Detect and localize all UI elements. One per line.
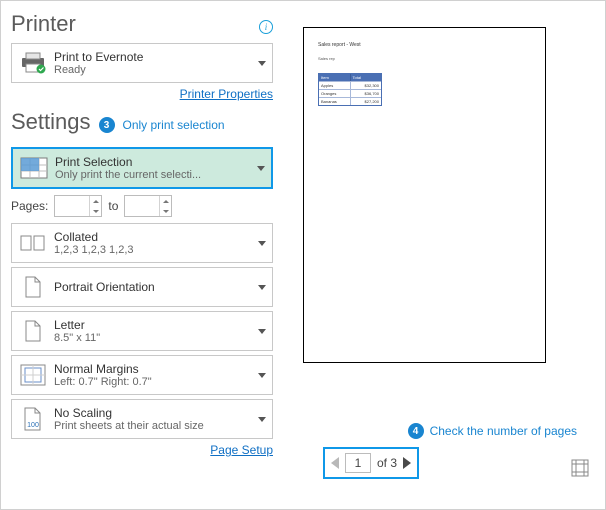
print-what-selector[interactable]: Print Selection Only print the current s…	[11, 147, 273, 189]
portrait-icon	[18, 272, 48, 302]
chevron-down-icon	[258, 417, 266, 422]
preview-cell: $32,300	[351, 81, 382, 89]
preview-subtitle: Sales rep	[318, 56, 531, 61]
next-page-button[interactable]	[403, 457, 411, 469]
pages-label: Pages:	[11, 199, 48, 213]
page-of-label: of 3	[377, 456, 397, 470]
preview-table: Item Total Apples $32,300 Oranges $36,70…	[318, 73, 382, 106]
settings-section-title: Settings	[11, 109, 91, 135]
chevron-down-icon	[258, 329, 266, 334]
margins-selector[interactable]: Normal Margins Left: 0.7" Right: 0.7"	[11, 355, 273, 395]
pages-row: Pages: to	[11, 195, 273, 217]
chevron-down-icon	[258, 61, 266, 66]
page-setup-link[interactable]: Page Setup	[210, 443, 273, 457]
left-panel: Printer i Print to Evernote Ready Printe…	[11, 11, 273, 503]
printer-status: Ready	[54, 64, 254, 76]
chevron-down-icon	[258, 241, 266, 246]
collate-title: Collated	[54, 230, 254, 244]
pages-to-input[interactable]	[124, 195, 172, 217]
pages-from-input[interactable]	[54, 195, 102, 217]
collate-sub: 1,2,3 1,2,3 1,2,3	[54, 244, 254, 256]
preview-doc-title: Sales report - West	[318, 42, 531, 48]
spinner-arrows[interactable]	[89, 196, 101, 216]
scaling-title: No Scaling	[54, 406, 254, 420]
margins-sub: Left: 0.7" Right: 0.7"	[54, 376, 254, 388]
printer-icon	[18, 48, 48, 78]
preview-cell: $36,700	[351, 89, 382, 97]
printer-properties-link[interactable]: Printer Properties	[180, 87, 273, 101]
callout-3-text: Only print selection	[123, 118, 225, 132]
paper-size-selector[interactable]: Letter 8.5" x 11"	[11, 311, 273, 351]
print-what-title: Print Selection	[55, 155, 253, 169]
scaling-icon: 100	[18, 404, 48, 434]
preview-th: Item	[319, 74, 351, 81]
preview-cell: Oranges	[319, 89, 351, 97]
orientation-title: Portrait Orientation	[54, 280, 254, 294]
margins-title: Normal Margins	[54, 362, 254, 376]
margins-icon	[18, 360, 48, 390]
orientation-selector[interactable]: Portrait Orientation	[11, 267, 273, 307]
scaling-sub: Print sheets at their actual size	[54, 420, 254, 432]
callout-4: 4 Check the number of pages	[408, 423, 577, 439]
callout-4-text: Check the number of pages	[430, 424, 577, 438]
printer-selector[interactable]: Print to Evernote Ready	[11, 43, 273, 83]
printer-name: Print to Evernote	[54, 50, 254, 64]
preview-th: Total	[351, 74, 382, 81]
chevron-down-icon	[258, 373, 266, 378]
page-icon	[18, 316, 48, 346]
preview-cell: Bananas	[319, 97, 351, 105]
callout-3-badge: 3	[99, 117, 115, 133]
callout-4-badge: 4	[408, 423, 424, 439]
chevron-down-icon	[258, 285, 266, 290]
spinner-arrows[interactable]	[159, 196, 171, 216]
chevron-down-icon	[257, 166, 265, 171]
paper-sub: 8.5" x 11"	[54, 332, 254, 344]
printer-header: Printer i	[11, 11, 273, 43]
paper-title: Letter	[54, 318, 254, 332]
settings-header: Settings 3 Only print selection	[11, 109, 273, 141]
preview-cell: $27,200	[351, 97, 382, 105]
current-page-input[interactable]: 1	[345, 453, 371, 473]
preview-cell: Apples	[319, 81, 351, 89]
print-what-sub: Only print the current selecti...	[55, 169, 253, 181]
collate-icon	[18, 228, 48, 258]
show-margins-button[interactable]	[571, 459, 589, 477]
selection-grid-icon	[19, 153, 49, 183]
page-navigator: 1 of 3	[323, 447, 419, 479]
printer-section-title: Printer	[11, 11, 76, 37]
prev-page-button[interactable]	[331, 457, 339, 469]
scaling-selector[interactable]: 100 No Scaling Print sheets at their act…	[11, 399, 273, 439]
pages-to-label: to	[108, 199, 118, 213]
info-icon[interactable]: i	[259, 20, 273, 34]
collate-selector[interactable]: Collated 1,2,3 1,2,3 1,2,3	[11, 223, 273, 263]
right-panel: Sales report - West Sales rep Item Total…	[273, 11, 595, 503]
print-preview-page: Sales report - West Sales rep Item Total…	[303, 27, 546, 363]
svg-text:100: 100	[27, 422, 39, 429]
